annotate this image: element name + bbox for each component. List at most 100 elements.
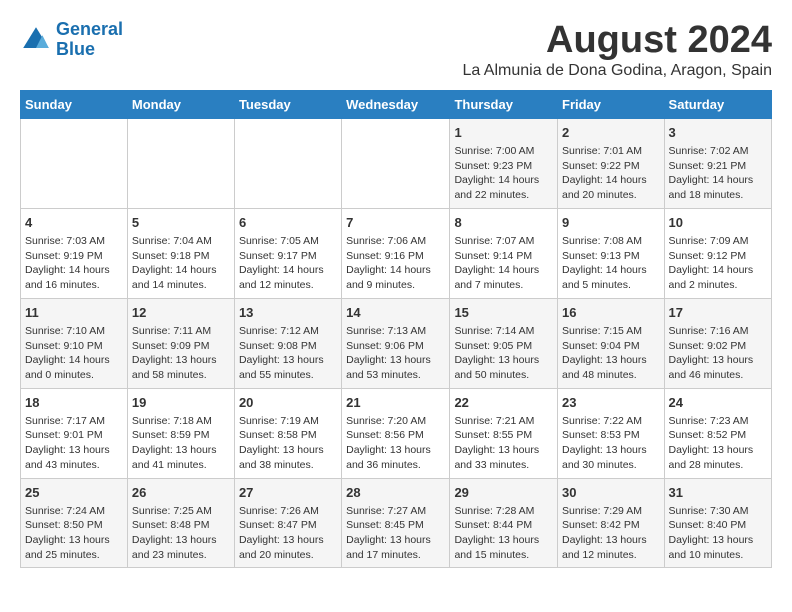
logo-icon: [20, 24, 52, 56]
calendar-week-2: 4 Sunrise: 7:03 AMSunset: 9:19 PMDaylight…: [21, 208, 772, 298]
day-info: Sunrise: 7:27 AMSunset: 8:45 PMDaylight:…: [346, 504, 445, 563]
calendar-cell: 5 Sunrise: 7:04 AMSunset: 9:18 PMDaylight…: [127, 208, 234, 298]
calendar-cell: 26Sunrise: 7:25 AMSunset: 8:48 PMDayligh…: [127, 478, 234, 568]
day-info: Sunrise: 7:29 AMSunset: 8:42 PMDaylight:…: [562, 504, 660, 563]
calendar-cell: 13 Sunrise: 7:12 AMSunset: 9:08 PMDayligh…: [234, 298, 341, 388]
day-info: Sunrise: 7:12 AMSunset: 9:08 PMDaylight:…: [239, 324, 337, 383]
calendar-cell: 19 Sunrise: 7:18 AMSunset: 8:59 PMDayligh…: [127, 388, 234, 478]
calendar-cell: 31Sunrise: 7:30 AMSunset: 8:40 PMDayligh…: [664, 478, 771, 568]
calendar-cell: 18 Sunrise: 7:17 AMSunset: 9:01 PMDayligh…: [21, 388, 128, 478]
day-info: Sunrise: 7:15 AMSunset: 9:04 PMDaylight:…: [562, 324, 660, 383]
day-number: 9: [562, 214, 660, 232]
title-block: August 2024 La Almunia de Dona Godina, A…: [462, 20, 772, 80]
day-info: Sunrise: 7:24 AMSunset: 8:50 PMDaylight:…: [25, 504, 123, 563]
day-number: 12: [132, 304, 230, 322]
logo-line2: Blue: [56, 39, 95, 59]
day-header-sunday: Sunday: [21, 90, 128, 118]
day-number: 28: [346, 484, 445, 502]
calendar-cell: 6 Sunrise: 7:05 AMSunset: 9:17 PMDaylight…: [234, 208, 341, 298]
calendar-cell: 21Sunrise: 7:20 AMSunset: 8:56 PMDayligh…: [342, 388, 450, 478]
day-number: 30: [562, 484, 660, 502]
day-info: Sunrise: 7:17 AMSunset: 9:01 PMDaylight:…: [25, 414, 123, 473]
day-info: Sunrise: 7:10 AMSunset: 9:10 PMDaylight:…: [25, 324, 123, 383]
day-info: Sunrise: 7:21 AMSunset: 8:55 PMDaylight:…: [454, 414, 553, 473]
calendar-cell: [127, 118, 234, 208]
day-header-wednesday: Wednesday: [342, 90, 450, 118]
calendar-cell: 2Sunrise: 7:01 AMSunset: 9:22 PMDaylight…: [558, 118, 665, 208]
day-header-saturday: Saturday: [664, 90, 771, 118]
calendar-header: SundayMondayTuesdayWednesdayThursdayFrid…: [21, 90, 772, 118]
header-row: SundayMondayTuesdayWednesdayThursdayFrid…: [21, 90, 772, 118]
day-number: 25: [25, 484, 123, 502]
calendar-cell: 24 Sunrise: 7:23 AMSunset: 8:52 PMDayligh…: [664, 388, 771, 478]
calendar-cell: 7 Sunrise: 7:06 AMSunset: 9:16 PMDaylight…: [342, 208, 450, 298]
day-number: 5: [132, 214, 230, 232]
calendar-cell: 12 Sunrise: 7:11 AMSunset: 9:09 PMDayligh…: [127, 298, 234, 388]
calendar-cell: 14Sunrise: 7:13 AMSunset: 9:06 PMDayligh…: [342, 298, 450, 388]
logo-line1: General: [56, 19, 123, 39]
day-number: 16: [562, 304, 660, 322]
calendar-week-1: 1Sunrise: 7:00 AMSunset: 9:23 PMDaylight…: [21, 118, 772, 208]
day-number: 11: [25, 304, 123, 322]
day-number: 8: [454, 214, 553, 232]
day-header-thursday: Thursday: [450, 90, 558, 118]
calendar-body: 1Sunrise: 7:00 AMSunset: 9:23 PMDaylight…: [21, 118, 772, 568]
location-subtitle: La Almunia de Dona Godina, Aragon, Spain: [462, 62, 772, 80]
day-number: 1: [454, 124, 553, 142]
day-info: Sunrise: 7:25 AMSunset: 8:48 PMDaylight:…: [132, 504, 230, 563]
day-info: Sunrise: 7:14 AMSunset: 9:05 PMDaylight:…: [454, 324, 553, 383]
calendar-cell: 15Sunrise: 7:14 AMSunset: 9:05 PMDayligh…: [450, 298, 558, 388]
day-number: 10: [669, 214, 767, 232]
calendar-cell: 28 Sunrise: 7:27 AMSunset: 8:45 PMDayligh…: [342, 478, 450, 568]
calendar-cell: 25 Sunrise: 7:24 AMSunset: 8:50 PMDayligh…: [21, 478, 128, 568]
day-info: Sunrise: 7:23 AMSunset: 8:52 PMDaylight:…: [669, 414, 767, 473]
calendar-cell: 23Sunrise: 7:22 AMSunset: 8:53 PMDayligh…: [558, 388, 665, 478]
day-info: Sunrise: 7:02 AMSunset: 9:21 PMDaylight:…: [669, 144, 767, 203]
day-number: 20: [239, 394, 337, 412]
day-number: 19: [132, 394, 230, 412]
day-number: 31: [669, 484, 767, 502]
calendar-week-3: 11 Sunrise: 7:10 AMSunset: 9:10 PMDayligh…: [21, 298, 772, 388]
calendar-table: SundayMondayTuesdayWednesdayThursdayFrid…: [20, 90, 772, 569]
calendar-cell: 8Sunrise: 7:07 AMSunset: 9:14 PMDaylight…: [450, 208, 558, 298]
day-info: Sunrise: 7:05 AMSunset: 9:17 PMDaylight:…: [239, 234, 337, 293]
day-number: 27: [239, 484, 337, 502]
calendar-cell: 4 Sunrise: 7:03 AMSunset: 9:19 PMDaylight…: [21, 208, 128, 298]
calendar-cell: 29Sunrise: 7:28 AMSunset: 8:44 PMDayligh…: [450, 478, 558, 568]
calendar-week-4: 18 Sunrise: 7:17 AMSunset: 9:01 PMDayligh…: [21, 388, 772, 478]
day-number: 17: [669, 304, 767, 322]
day-number: 18: [25, 394, 123, 412]
calendar-cell: 27Sunrise: 7:26 AMSunset: 8:47 PMDayligh…: [234, 478, 341, 568]
day-info: Sunrise: 7:19 AMSunset: 8:58 PMDaylight:…: [239, 414, 337, 473]
calendar-cell: 11 Sunrise: 7:10 AMSunset: 9:10 PMDayligh…: [21, 298, 128, 388]
logo-text: General Blue: [56, 20, 123, 60]
day-info: Sunrise: 7:09 AMSunset: 9:12 PMDaylight:…: [669, 234, 767, 293]
day-number: 24: [669, 394, 767, 412]
logo: General Blue: [20, 20, 123, 60]
day-number: 29: [454, 484, 553, 502]
day-number: 7: [346, 214, 445, 232]
calendar-cell: 16 Sunrise: 7:15 AMSunset: 9:04 PMDayligh…: [558, 298, 665, 388]
day-info: Sunrise: 7:11 AMSunset: 9:09 PMDaylight:…: [132, 324, 230, 383]
calendar-cell: 30 Sunrise: 7:29 AMSunset: 8:42 PMDayligh…: [558, 478, 665, 568]
day-number: 4: [25, 214, 123, 232]
day-number: 22: [454, 394, 553, 412]
day-number: 13: [239, 304, 337, 322]
day-info: Sunrise: 7:03 AMSunset: 9:19 PMDaylight:…: [25, 234, 123, 293]
calendar-cell: [21, 118, 128, 208]
calendar-cell: 9 Sunrise: 7:08 AMSunset: 9:13 PMDaylight…: [558, 208, 665, 298]
day-info: Sunrise: 7:13 AMSunset: 9:06 PMDaylight:…: [346, 324, 445, 383]
day-header-monday: Monday: [127, 90, 234, 118]
page-header: General Blue August 2024 La Almunia de D…: [20, 20, 772, 80]
calendar-cell: 1Sunrise: 7:00 AMSunset: 9:23 PMDaylight…: [450, 118, 558, 208]
day-number: 6: [239, 214, 337, 232]
day-info: Sunrise: 7:04 AMSunset: 9:18 PMDaylight:…: [132, 234, 230, 293]
calendar-cell: [234, 118, 341, 208]
day-info: Sunrise: 7:08 AMSunset: 9:13 PMDaylight:…: [562, 234, 660, 293]
day-info: Sunrise: 7:18 AMSunset: 8:59 PMDaylight:…: [132, 414, 230, 473]
calendar-week-5: 25 Sunrise: 7:24 AMSunset: 8:50 PMDayligh…: [21, 478, 772, 568]
day-info: Sunrise: 7:06 AMSunset: 9:16 PMDaylight:…: [346, 234, 445, 293]
day-info: Sunrise: 7:20 AMSunset: 8:56 PMDaylight:…: [346, 414, 445, 473]
calendar-cell: 20 Sunrise: 7:19 AMSunset: 8:58 PMDayligh…: [234, 388, 341, 478]
main-title: August 2024: [462, 20, 772, 62]
